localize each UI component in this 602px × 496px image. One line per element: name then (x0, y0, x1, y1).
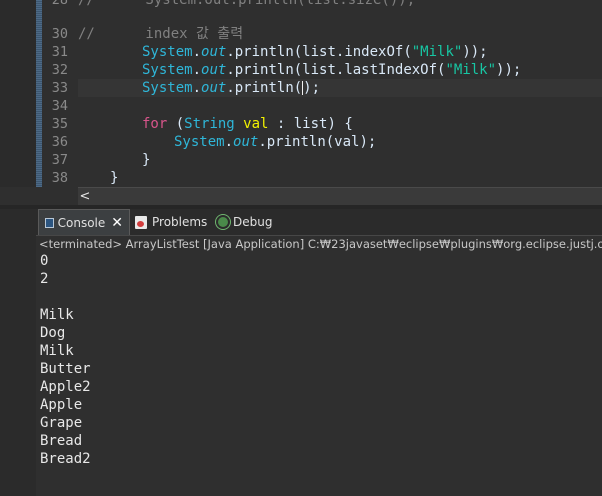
token-dot: . (224, 134, 234, 150)
token-type: String (184, 116, 235, 132)
code-editor[interactable]: 28 30 31 32 33 34 35 36 37 38 // System.… (0, 0, 602, 205)
editor-horizontal-scrollbar[interactable]: < (78, 187, 602, 205)
line-number: 36 (51, 134, 68, 150)
console-output-line: Apple2 (40, 379, 91, 395)
token-punct: : list) { (268, 116, 353, 132)
code-line[interactable]: System.out.println(list.lastIndexOf("Mil… (78, 61, 602, 79)
token-field: out (201, 62, 227, 78)
console-tab-bar: Console ✕ Problems Debug (36, 209, 602, 236)
token-class: System (142, 44, 193, 60)
code-line-current[interactable]: System.out.println(); (78, 79, 602, 97)
console-output-line: 0 (40, 253, 49, 269)
tab-debug[interactable]: Debug (214, 209, 272, 235)
tab-problems-label: Problems (152, 215, 208, 229)
console-output-line: Dog (40, 325, 66, 341)
token-punct: )); (496, 62, 522, 78)
console-output[interactable]: 0 2 Milk Dog Milk Butter Apple2 Apple Gr… (36, 252, 602, 496)
scroll-left-arrow-icon[interactable]: < (78, 188, 92, 205)
code-line[interactable]: } (78, 151, 602, 169)
token-dot: . (192, 80, 202, 96)
line-number: 34 (51, 98, 68, 114)
token-method: .println(list.indexOf( (226, 44, 412, 60)
debug-icon (218, 217, 228, 227)
console-output-line: Grape (40, 415, 83, 431)
console-output-line: Bread (40, 433, 83, 449)
console-left-strip (0, 209, 37, 496)
code-line-comment[interactable]: // index 값 출력 (78, 25, 602, 43)
line-number: 28 (51, 0, 68, 8)
console-output-line: Butter (40, 361, 91, 377)
editor-left-strip (0, 0, 37, 187)
token-class: System (174, 134, 225, 150)
token-keyword: for (142, 116, 168, 132)
line-number: 33 (51, 80, 68, 96)
token-method: .println(val); (258, 134, 377, 150)
line-number: 31 (51, 44, 68, 60)
problems-icon (135, 215, 147, 229)
console-icon (45, 217, 54, 228)
token-string: "Milk" (445, 62, 497, 78)
token-variable: val (243, 116, 269, 132)
line-number: 30 (51, 26, 68, 42)
token-field: out (201, 44, 227, 60)
console-output-line: Bread2 (40, 451, 91, 467)
code-line[interactable]: System.out.println(list.indexOf("Milk"))… (78, 43, 602, 61)
line-number: 32 (51, 62, 68, 78)
code-line[interactable]: System.out.println(val); (78, 133, 602, 151)
code-line[interactable]: for (String val : list) { (78, 115, 602, 133)
line-number: 38 (51, 170, 68, 186)
token-punct: ( (167, 116, 185, 132)
line-number: 37 (51, 152, 68, 168)
token-field: out (233, 134, 259, 150)
line-number: 35 (51, 116, 68, 132)
console-output-line: 2 (40, 271, 49, 287)
token-class: System (142, 62, 193, 78)
tab-problems[interactable]: Problems (132, 209, 207, 235)
token-dot: . (192, 44, 202, 60)
code-line[interactable]: } (78, 169, 602, 187)
tab-debug-label: Debug (233, 215, 273, 229)
tab-console[interactable]: Console ✕ (38, 209, 130, 235)
console-status-line: <terminated> ArrayListTest [Java Applica… (36, 236, 602, 252)
token-method: .println(list.lastIndexOf( (226, 62, 446, 78)
token-punct: )); (462, 44, 488, 60)
token-method: .println( (226, 80, 303, 96)
token-class: System (142, 80, 193, 96)
console-output-line: Apple (40, 397, 83, 413)
code-line-empty[interactable] (78, 97, 602, 115)
token-field: out (201, 80, 227, 96)
code-line-comment[interactable]: // System.out.println(list.size()); (78, 0, 602, 9)
token-string: "Milk" (411, 44, 463, 60)
token-punct: ); (303, 80, 321, 96)
close-icon[interactable]: ✕ (111, 210, 123, 236)
tab-console-label: Console (57, 215, 106, 230)
token-dot: . (192, 62, 202, 78)
console-output-line: Milk (40, 343, 74, 359)
console-output-line: Milk (40, 307, 74, 323)
